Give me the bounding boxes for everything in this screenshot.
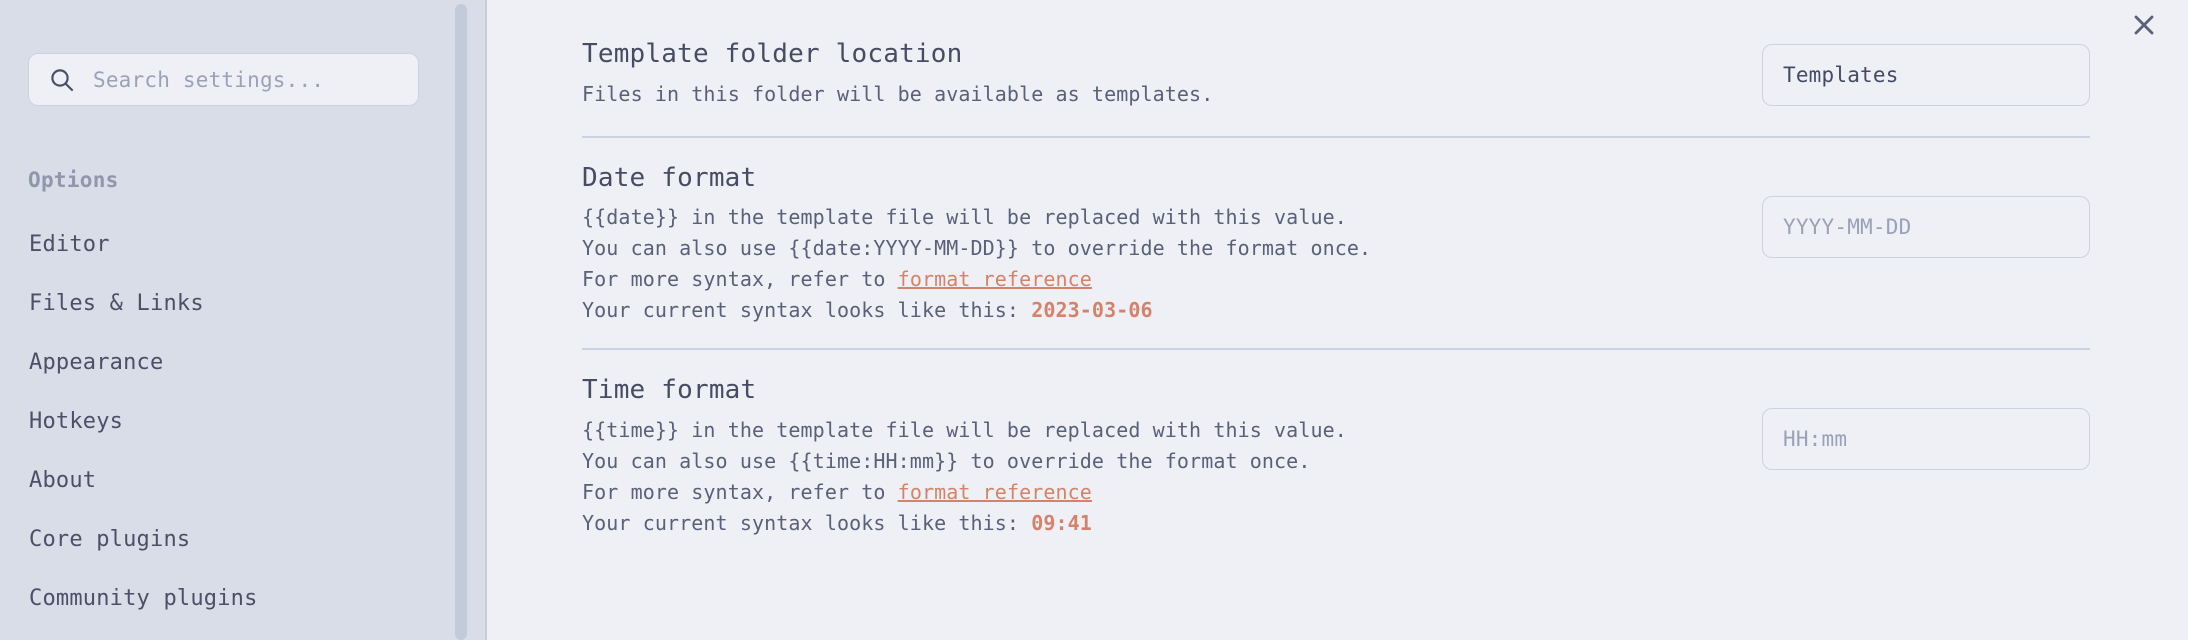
sidebar-item-community-plugins[interactable]: Community plugins xyxy=(0,569,485,628)
desc-line-with-link: For more syntax, refer to format referen… xyxy=(582,477,1347,508)
setting-control xyxy=(1762,402,2090,470)
desc-line-prefix: For more syntax, refer to xyxy=(582,267,898,291)
setting-title: Template folder location xyxy=(582,39,963,69)
sidebar-item-label: Files & Links xyxy=(29,291,204,316)
desc-line-prefix: For more syntax, refer to xyxy=(582,479,898,504)
setting-info: Date format {{date}} in the template fil… xyxy=(582,162,1371,327)
settings-list: Template folder location Files in this f… xyxy=(582,0,2090,561)
sidebar-item-editor[interactable]: Editor xyxy=(0,215,485,274)
sidebar-scrollbar-track[interactable] xyxy=(455,0,476,640)
setting-description: Files in this folder will be available a… xyxy=(582,79,1213,110)
sidebar-item-hotkeys[interactable]: Hotkeys xyxy=(0,392,485,451)
sidebar-item-label: Editor xyxy=(29,232,110,257)
search-settings-box[interactable] xyxy=(28,53,419,106)
sidebar-nav: Editor Files & Links Appearance Hotkeys … xyxy=(0,215,485,628)
format-reference-link[interactable]: format reference xyxy=(898,480,1092,504)
setting-control xyxy=(1762,190,2090,258)
desc-line-prefix: Your current syntax looks like this: xyxy=(582,298,1032,322)
search-input[interactable] xyxy=(93,67,393,92)
setting-description: {{time}} in the template file will be re… xyxy=(582,415,1347,539)
sidebar-item-label: About xyxy=(29,468,97,493)
sidebar-item-label: Appearance xyxy=(29,350,164,375)
desc-line-with-value: Your current syntax looks like this: 09:… xyxy=(582,508,1347,539)
sidebar-item-appearance[interactable]: Appearance xyxy=(0,333,485,392)
settings-window: Options Editor Files & Links Appearance … xyxy=(0,0,2188,640)
close-button[interactable] xyxy=(2122,3,2166,47)
sidebar-item-label: Core plugins xyxy=(29,527,191,552)
desc-line: {{date}} in the template file will be re… xyxy=(582,205,1347,229)
setting-template-folder-location: Template folder location Files in this f… xyxy=(582,0,2090,136)
sidebar-item-core-plugins[interactable]: Core plugins xyxy=(0,510,485,569)
sidebar-scrollbar-thumb[interactable] xyxy=(455,4,467,640)
sidebar-section-title: Options xyxy=(28,168,119,192)
setting-info: Template folder location Files in this f… xyxy=(582,38,1213,110)
current-time-preview: 09:41 xyxy=(1031,510,1092,535)
date-format-input[interactable] xyxy=(1762,195,2090,258)
desc-line: You can also use {{date:YYYY-MM-DD}} to … xyxy=(582,236,1372,260)
sidebar-item-about[interactable]: About xyxy=(0,451,485,510)
desc-line-with-link: For more syntax, refer to format referen… xyxy=(582,264,1371,295)
setting-title: Time format xyxy=(582,375,757,405)
setting-control xyxy=(1762,38,2090,106)
format-reference-link[interactable]: format reference xyxy=(898,267,1092,291)
sidebar-item-label: Hotkeys xyxy=(29,409,124,434)
current-date-preview: 2023-03-06 xyxy=(1031,298,1153,322)
settings-sidebar: Options Editor Files & Links Appearance … xyxy=(0,0,487,640)
sidebar-item-label: Community plugins xyxy=(29,586,258,611)
time-format-input[interactable] xyxy=(1762,408,2090,470)
desc-line: Files in this folder will be available a… xyxy=(582,81,1214,106)
setting-description: {{date}} in the template file will be re… xyxy=(582,202,1371,326)
close-icon xyxy=(2131,12,2157,38)
desc-line: You can also use {{time:HH:mm}} to overr… xyxy=(582,448,1311,473)
desc-line-with-value: Your current syntax looks like this: 202… xyxy=(582,295,1371,326)
sidebar-item-files-and-links[interactable]: Files & Links xyxy=(0,274,485,333)
setting-title: Date format xyxy=(582,162,757,193)
search-icon xyxy=(49,67,75,93)
template-folder-input[interactable] xyxy=(1762,44,2090,106)
setting-date-format: Date format {{date}} in the template fil… xyxy=(582,138,2090,349)
desc-line-prefix: Your current syntax looks like this: xyxy=(582,510,1032,535)
desc-line: {{time}} in the template file will be re… xyxy=(582,417,1347,442)
settings-main-panel: Template folder location Files in this f… xyxy=(487,0,2188,640)
setting-time-format: Time format {{time}} in the template fil… xyxy=(582,350,2090,561)
setting-info: Time format {{time}} in the template fil… xyxy=(582,374,1347,539)
